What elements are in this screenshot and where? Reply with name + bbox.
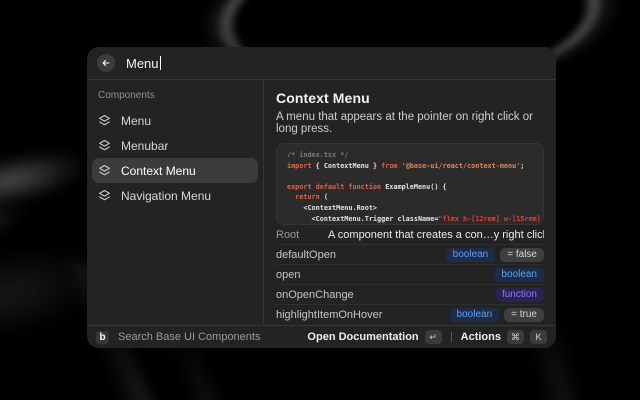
sidebar-item-label: Context Menu: [121, 164, 196, 178]
prop-row-onOpenChange: onOpenChange function: [276, 285, 544, 305]
footer-hint: Search Base UI Components: [118, 331, 260, 343]
prop-name: Root: [276, 229, 320, 241]
badge-true: = true: [504, 308, 544, 322]
layers-icon: [98, 189, 111, 202]
open-documentation-button[interactable]: Open Documentation: [307, 331, 418, 343]
code-line: return (: [287, 192, 533, 203]
code-line: export default function ExampleMenu() {: [287, 182, 533, 193]
badge-false: = false: [500, 248, 544, 262]
prop-row-defaultOpen: defaultOpen boolean = false: [276, 245, 544, 265]
command-palette-window: Menu Components Menu Menubar Context Menu N…: [87, 47, 556, 348]
sidebar-item-label: Menubar: [121, 139, 168, 153]
palette-body: Components Menu Menubar Context Menu Naviga…: [87, 80, 556, 325]
code-line: /* index.tsx */: [287, 150, 533, 161]
prop-badges: function: [495, 288, 544, 302]
arrow-left-icon: [101, 58, 111, 68]
baseui-logo: b: [96, 331, 109, 344]
prop-name: defaultOpen: [276, 249, 336, 261]
prop-row-highlightItemOnHover: highlightItemOnHover boolean = true: [276, 305, 544, 325]
sidebar-item-context-menu[interactable]: Context Menu: [92, 158, 258, 183]
badge-boolean: boolean: [494, 268, 544, 282]
badge-boolean: boolean: [450, 308, 500, 322]
sidebar: Components Menu Menubar Context Menu Naviga…: [87, 80, 264, 325]
code-line: <ContextMenu.Root>: [287, 203, 533, 214]
component-description: A menu that appears at the pointer on ri…: [276, 111, 544, 135]
sidebar-items: Menu Menubar Context Menu Navigation Menu: [92, 108, 258, 208]
cmd-key-badge: ⌘: [507, 330, 524, 344]
sidebar-item-navigation-menu[interactable]: Navigation Menu: [92, 183, 258, 208]
page-title: Context Menu: [276, 90, 544, 106]
prop-badges: boolean = false: [446, 248, 544, 262]
screen: Menu Components Menu Menubar Context Menu N…: [0, 0, 640, 400]
sidebar-item-menu[interactable]: Menu: [92, 108, 258, 133]
footer-divider: [451, 332, 452, 342]
prop-badges: boolean = true: [450, 308, 544, 322]
k-key-badge: K: [530, 330, 547, 344]
code-line: <ContextMenu.Trigger className="flex h-[…: [287, 214, 533, 225]
prop-badges: boolean: [494, 268, 544, 282]
sidebar-item-menubar[interactable]: Menubar: [92, 133, 258, 158]
prop-row-open: open boolean: [276, 265, 544, 285]
actions-button[interactable]: Actions: [461, 331, 501, 343]
search-bar: Menu: [87, 47, 556, 80]
prop-description: A component that creates a con…y right c…: [328, 229, 544, 241]
sidebar-item-label: Menu: [121, 114, 151, 128]
prop-row-Root: Root A component that creates a con…y rig…: [276, 225, 544, 245]
layers-icon: [98, 114, 111, 127]
footer-bar: b Search Base UI Components Open Documen…: [87, 325, 556, 348]
sidebar-section-label: Components: [92, 90, 258, 101]
search-input[interactable]: Menu: [126, 56, 161, 71]
prop-name: highlightItemOnHover: [276, 309, 382, 321]
prop-name: open: [276, 269, 320, 281]
layers-icon: [98, 164, 111, 177]
badge-function: function: [495, 288, 544, 302]
code-snippet: /* index.tsx */import { ContextMenu } fr…: [276, 143, 544, 225]
back-button[interactable]: [97, 54, 115, 72]
layers-icon: [98, 139, 111, 152]
sidebar-item-label: Navigation Menu: [121, 189, 211, 203]
search-value: Menu: [126, 56, 159, 71]
code-line: import { ContextMenu } from '@base-ui/re…: [287, 161, 533, 172]
detail-panel: Context Menu A menu that appears at the …: [264, 80, 556, 325]
badge-boolean: boolean: [446, 248, 496, 262]
footer-actions: Open Documentation ↵ Actions ⌘ K: [307, 330, 547, 344]
code-line: [287, 171, 533, 182]
prop-name: onOpenChange: [276, 289, 354, 301]
props-table: Root A component that creates a con…y rig…: [276, 225, 544, 325]
enter-key-badge: ↵: [425, 330, 442, 344]
text-caret: [160, 56, 161, 70]
